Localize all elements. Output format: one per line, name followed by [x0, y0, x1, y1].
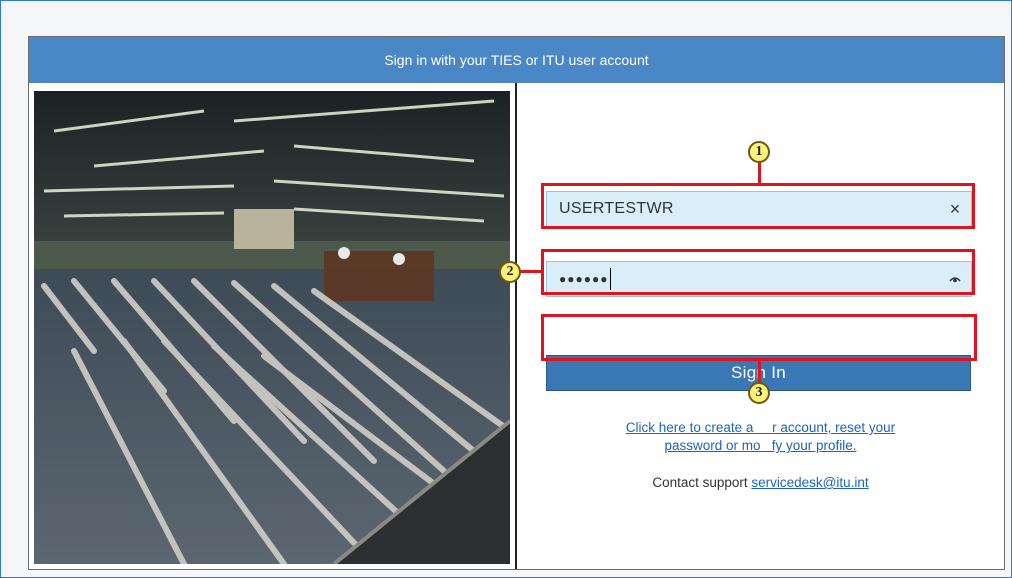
callout-2-line	[520, 270, 542, 273]
callout-1-line	[758, 162, 761, 184]
highlight-username	[541, 183, 975, 229]
link-line1-b: r account, reset your	[772, 420, 896, 435]
callout-3-line	[758, 360, 761, 382]
link-line1-a: Click here to create a	[625, 420, 754, 435]
callout-2: 2	[499, 261, 521, 283]
hall-illustration	[34, 91, 510, 564]
highlight-signin	[541, 314, 977, 361]
callout-3: 3	[748, 382, 770, 404]
highlight-password	[541, 249, 975, 295]
callout-1: 1	[748, 141, 770, 163]
link-line2-b: fy your profile.	[771, 438, 857, 453]
support-email-link[interactable]: servicedesk@itu.int	[751, 475, 868, 490]
conference-hall-photo	[34, 91, 510, 564]
contact-label: Contact support	[652, 475, 748, 490]
account-management-link[interactable]: Click here to create a r account, reset …	[517, 419, 1004, 455]
dialog-header: Sign in with your TIES or ITU user accou…	[29, 37, 1004, 83]
link-line2-a: password or mo	[664, 438, 761, 453]
dialog-title: Sign in with your TIES or ITU user accou…	[384, 52, 649, 68]
signin-dialog: Sign in with your TIES or ITU user accou…	[28, 36, 1005, 570]
contact-support: Contact support servicedesk@itu.int	[517, 475, 1004, 490]
